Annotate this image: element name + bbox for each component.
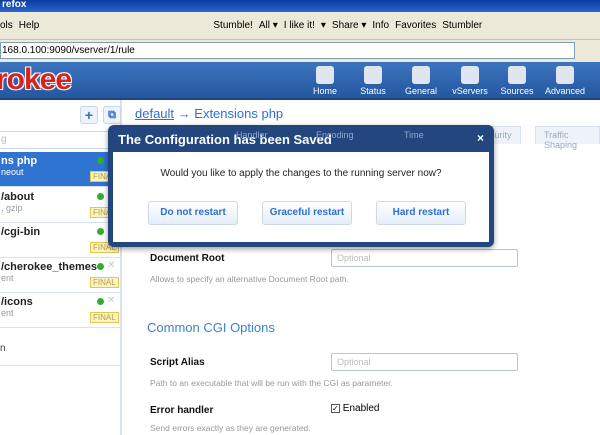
clone-rule-button[interactable]: ⧉ — [103, 106, 121, 124]
nav-label: Advanced — [544, 86, 586, 96]
status-dot-icon[interactable] — [97, 193, 104, 200]
dialog-title: The Configuration has been Saved — [118, 132, 332, 147]
rule-subtitle: ent — [1, 308, 14, 318]
servers-icon — [461, 66, 479, 84]
delete-icon[interactable]: ✕ — [107, 295, 115, 306]
breadcrumb-current: → Extensions php — [174, 106, 284, 121]
filter-input[interactable]: g — [0, 131, 118, 149]
nav-home[interactable]: Home — [302, 66, 348, 96]
saved-dialog: The Configuration has been Saved × Would… — [108, 125, 494, 247]
delete-icon[interactable]: ✕ — [107, 260, 115, 271]
script-alias-input[interactable]: Optional — [331, 353, 518, 371]
stumble-button[interactable]: Stumble! — [213, 20, 252, 31]
nav-vservers[interactable]: vServers — [447, 66, 493, 96]
status-icon — [364, 66, 382, 84]
rule-item[interactable]: /cherokee_themes ent ✕ FINAL — [0, 258, 120, 293]
document-root-hint: Allows to specify an alternative Documen… — [150, 274, 349, 284]
add-rule-button[interactable]: + — [80, 106, 98, 124]
script-alias-hint: Path to an executable that will be run w… — [150, 378, 393, 388]
status-dot-icon[interactable] — [97, 228, 104, 235]
nav-label: vServers — [452, 86, 488, 96]
info-button[interactable]: Info — [372, 20, 389, 31]
do-not-restart-button[interactable]: Do not restart — [148, 201, 238, 225]
dislike-dropdown[interactable]: ▾ — [321, 20, 326, 31]
home-icon — [316, 66, 334, 84]
hard-restart-button[interactable]: Hard restart — [376, 201, 466, 225]
section-title: Common CGI Options — [147, 320, 275, 335]
graceful-restart-button[interactable]: Graceful restart — [262, 201, 352, 225]
rule-item[interactable]: /about, gzip FINAL — [0, 188, 120, 223]
tools-icon — [412, 66, 430, 84]
error-handler-label: Error handler — [150, 405, 214, 416]
status-dot-icon[interactable] — [97, 298, 104, 305]
tab-handler[interactable]: Handler — [228, 127, 276, 145]
favorites-button[interactable]: Favorites — [395, 20, 436, 31]
error-handler-checkbox[interactable]: ✓ Enabled — [331, 403, 379, 414]
tab-encoding[interactable]: Encoding — [308, 127, 362, 145]
menu-help[interactable]: Help — [19, 20, 40, 31]
rule-title: /icons — [1, 296, 33, 308]
rule-title: /cgi-bin — [1, 226, 41, 238]
nav-status[interactable]: Status — [350, 66, 396, 96]
rule-title: /about — [1, 191, 34, 203]
close-icon[interactable]: × — [477, 131, 484, 145]
nav-label: General — [404, 86, 438, 96]
checkbox-label: Enabled — [342, 403, 380, 414]
error-handler-hint: Send errors exactly as they are generate… — [150, 423, 311, 433]
sidebar-footer: n — [0, 343, 120, 366]
script-alias-label: Script Alias — [150, 357, 205, 368]
tab-time[interactable]: Time — [396, 127, 432, 145]
browser-menu-bar: ols Help Stumble! All ▾ I like it! ▾ Sha… — [0, 12, 600, 40]
breadcrumb: default → Extensions php — [135, 106, 283, 121]
share-button[interactable]: Share ▾ — [332, 20, 366, 31]
nav-label: Sources — [500, 86, 534, 96]
like-button[interactable]: I like it! — [284, 20, 315, 31]
all-dropdown[interactable]: All ▾ — [259, 20, 278, 31]
rule-item[interactable]: ns php neout FINAL — [0, 152, 120, 187]
document-root-input[interactable]: Optional — [331, 249, 518, 267]
stumbler-button[interactable]: Stumbler — [442, 20, 482, 31]
url-input[interactable]: 168.0.100:9090/vserver/1/rule — [0, 42, 575, 59]
nav-label: Status — [360, 86, 386, 96]
gear-icon — [556, 66, 574, 84]
rule-title: ns php — [1, 155, 38, 167]
nav-label: Home — [312, 86, 337, 96]
checkbox-checked-icon[interactable]: ✓ — [331, 404, 340, 413]
status-dot-icon[interactable] — [97, 263, 104, 270]
rule-subtitle: ent — [1, 273, 14, 283]
status-dot-icon[interactable] — [97, 157, 104, 164]
rule-title: /cherokee_themes — [1, 261, 97, 273]
rule-subtitle: , gzip — [1, 203, 23, 213]
sources-icon — [508, 66, 526, 84]
nav-sources[interactable]: Sources — [494, 66, 540, 96]
address-bar: 168.0.100:9090/vserver/1/rule — [0, 40, 600, 62]
rule-item[interactable]: /icons ent ✕ FINAL — [0, 293, 120, 328]
dialog-body: Would you like to apply the changes to t… — [113, 152, 489, 242]
dialog-question: Would you like to apply the changes to t… — [160, 168, 442, 179]
document-root-label: Document Root — [150, 253, 225, 264]
final-badge[interactable]: FINAL — [90, 312, 119, 323]
rule-item[interactable]: /cgi-bin FINAL — [0, 223, 120, 258]
browser-title-bar: refox — [0, 0, 600, 12]
final-badge[interactable]: FINAL — [90, 277, 119, 288]
breadcrumb-link[interactable]: default — [135, 106, 174, 121]
logo: rokee — [0, 63, 72, 96]
rule-subtitle: neout — [1, 167, 24, 177]
tab-traffic-shaping[interactable]: Traffic Shaping — [535, 126, 600, 150]
nav-general[interactable]: General — [398, 66, 444, 96]
nav-advanced[interactable]: Advanced — [542, 66, 588, 96]
menu-tools[interactable]: ols — [0, 20, 13, 31]
